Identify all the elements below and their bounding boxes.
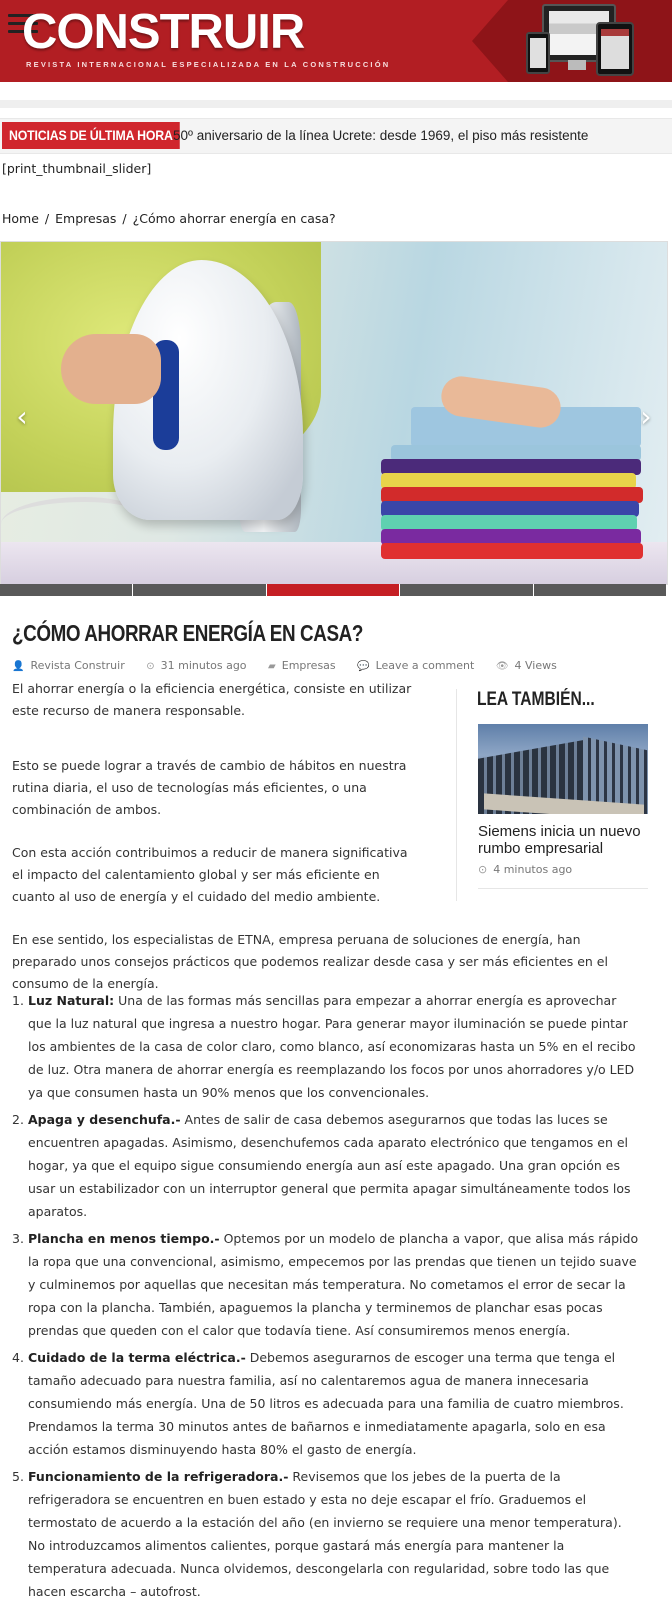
list-item-number: 5.	[12, 1469, 24, 1484]
devices-promo-image[interactable]	[526, 4, 646, 78]
tip-text: Una de las formas más sencillas para emp…	[28, 993, 636, 1100]
ticker-headline-link[interactable]: 50º aniversario de la línea Ucrete: desd…	[173, 119, 588, 153]
phone-icon	[526, 32, 550, 74]
clock-icon: ⊙	[478, 863, 488, 876]
breadcrumb-current: ¿Cómo ahorrar energía en casa?	[132, 211, 336, 226]
list-item: 1. Luz Natural: Una de las formas más sen…	[12, 989, 642, 1104]
sidebar-divider	[478, 888, 648, 889]
list-item-number: 2.	[12, 1112, 24, 1127]
folded-clothes-stack	[381, 407, 661, 559]
tip-title: Apaga y desenchufa.-	[28, 1112, 181, 1127]
featured-image-slider[interactable]: ‹ ›	[0, 241, 668, 585]
article-paragraph: El ahorrar energía o la eficiencia energ…	[12, 681, 412, 718]
slider-prev-arrow-icon[interactable]: ‹	[7, 402, 37, 432]
breaking-news-ticker: NOTICIAS DE ÚLTIMA HORA 50º aniversario …	[0, 118, 672, 154]
comment-icon: 💬	[357, 661, 370, 672]
tip-text: Revisemos que los jebes de la puerta de …	[28, 1469, 622, 1599]
related-post-time-text: 4 minutos ago	[493, 863, 573, 876]
list-item: 3. Plancha en menos tiempo.- Optemos por …	[12, 1227, 642, 1342]
tip-title: Plancha en menos tiempo.-	[28, 1231, 220, 1246]
slider-tab-4[interactable]	[400, 584, 534, 596]
list-item: 5. Funcionamiento de la refrigeradora.- R…	[12, 1465, 642, 1603]
list-item-number: 4.	[12, 1350, 24, 1365]
article-paragraph: Esto se puede lograr a través de cambio …	[12, 758, 407, 817]
view-count: 4 Views	[514, 659, 557, 672]
list-item: 4. Cuidado de la terma eléctrica.- Debemo…	[12, 1346, 642, 1461]
folder-icon: ▰	[268, 661, 276, 672]
slider-next-arrow-icon[interactable]: ›	[631, 402, 661, 432]
sidebar-heading: LEA TAMBIÉN...	[477, 689, 595, 710]
clock-icon: ⊙	[146, 661, 155, 672]
tips-list: 1. Luz Natural: Una de las formas más sen…	[12, 989, 642, 1607]
slider-tab-3[interactable]	[266, 584, 401, 596]
breadcrumb-separator: /	[44, 211, 50, 226]
article-meta: 👤 Revista Construir ⊙ 31 minutos ago ▰ Empr…	[12, 659, 575, 672]
user-icon: 👤	[12, 661, 25, 672]
article-title: ¿CÓMO AHORRAR ENERGÍA EN CASA?	[12, 620, 363, 646]
tip-title: Funcionamiento de la refrigeradora.-	[28, 1469, 289, 1484]
slider-tab-5[interactable]	[533, 584, 667, 596]
article-paragraph: En ese sentido, los especialistas de ETN…	[12, 932, 608, 991]
eye-icon: 👁	[495, 661, 509, 672]
author-link[interactable]: Revista Construir	[30, 659, 124, 672]
related-post-thumbnail[interactable]	[478, 724, 648, 814]
tip-text: Optemos por un modelo de plancha a vapor…	[28, 1231, 639, 1338]
tip-text: Debemos asegurarnos de escoger una terma…	[28, 1350, 624, 1457]
related-post-time: ⊙ 4 minutos ago	[478, 863, 572, 876]
post-time: 31 minutos ago	[160, 659, 247, 672]
category-link[interactable]: Empresas	[282, 659, 336, 672]
list-item: 2. Apaga y desenchufa.- Antes de salir de…	[12, 1108, 642, 1223]
site-header: CONSTRUIR REVISTA INTERNACIONAL ESPECIAL…	[0, 0, 672, 82]
tip-title: Luz Natural:	[28, 993, 115, 1008]
ticker-label: NOTICIAS DE ÚLTIMA HORA	[2, 122, 180, 149]
breadcrumb-home[interactable]: Home	[2, 211, 39, 226]
header-divider	[0, 100, 672, 108]
tip-text: Antes de salir de casa debemos asegurarn…	[28, 1112, 631, 1219]
breadcrumb: Home / Empresas / ¿Cómo ahorrar energía en c…	[2, 211, 336, 226]
slider-tab-2[interactable]	[133, 584, 267, 596]
related-sidebar: LEA TAMBIÉN... Siemens inicia un nuevo r…	[456, 689, 671, 901]
breadcrumb-empresas[interactable]: Empresas	[55, 211, 116, 226]
monitor-stand	[568, 60, 586, 70]
related-post-title-link[interactable]: Siemens inicia un nuevo rumbo empresaria…	[478, 823, 658, 857]
list-item-number: 1.	[12, 993, 24, 1008]
slider-tab-1[interactable]	[0, 584, 134, 596]
breadcrumb-separator: /	[122, 211, 127, 226]
article-paragraph: Con esta acción contribuimos a reducir d…	[12, 845, 408, 904]
site-logo[interactable]: CONSTRUIR	[22, 4, 305, 60]
tip-title: Cuidado de la terma eléctrica.-	[28, 1350, 246, 1365]
list-item-number: 3.	[12, 1231, 24, 1246]
shortcode-placeholder: [print_thumbnail_slider]	[2, 161, 152, 176]
site-tagline: REVISTA INTERNACIONAL ESPECIALIZADA EN L…	[26, 60, 391, 69]
tablet-icon	[596, 22, 634, 76]
slider-pagination	[0, 584, 667, 596]
slide-hand-left	[61, 334, 161, 404]
comment-link[interactable]: Leave a comment	[376, 659, 475, 672]
